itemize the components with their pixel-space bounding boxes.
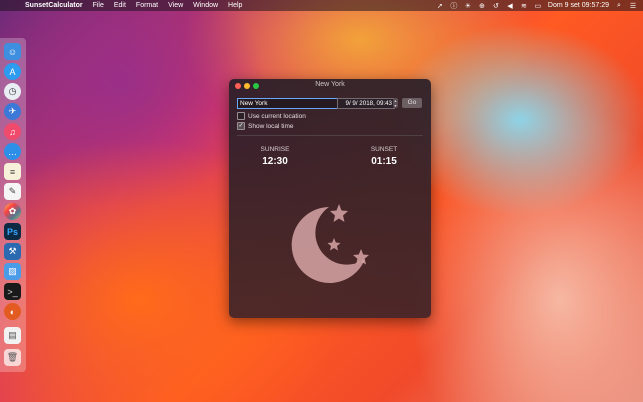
- moon-shape: [291, 207, 365, 283]
- search-icon[interactable]: ⌕: [615, 2, 623, 10]
- divider: [237, 135, 423, 136]
- app-store-icon[interactable]: A: [4, 63, 21, 80]
- use-current-location-checkbox[interactable]: [237, 112, 245, 120]
- control-center-icon[interactable]: ☰: [629, 2, 637, 10]
- window-title: New York: [315, 81, 345, 88]
- date-stepper[interactable]: ▴ ▾: [393, 98, 398, 108]
- messages-icon[interactable]: …: [4, 143, 21, 160]
- location-input[interactable]: New York: [237, 98, 339, 109]
- globe-icon[interactable]: ⊕: [478, 2, 486, 10]
- sunset-time: 01:15: [371, 156, 397, 167]
- menu-view[interactable]: View: [168, 2, 183, 9]
- brightness-icon[interactable]: ☀: [464, 2, 472, 10]
- finder-icon[interactable]: ☺: [4, 43, 21, 60]
- xcode-icon[interactable]: ⚒: [4, 243, 21, 260]
- trash-icon[interactable]: 🗑: [4, 349, 21, 366]
- wifi-icon[interactable]: ≋: [520, 2, 528, 10]
- menu-help[interactable]: Help: [228, 2, 242, 9]
- terminal-icon[interactable]: >_: [4, 283, 21, 300]
- menu-format[interactable]: Format: [136, 2, 158, 9]
- time-machine-icon[interactable]: ↺: [492, 2, 500, 10]
- battery-icon[interactable]: ▭: [534, 2, 542, 10]
- use-current-location-row[interactable]: Use current location: [237, 112, 306, 120]
- title-bar[interactable]: New York: [229, 79, 431, 93]
- sunset-label: SUNSET: [370, 146, 398, 153]
- textedit-icon[interactable]: ✎: [4, 183, 21, 200]
- photos-icon[interactable]: ✿: [4, 203, 21, 220]
- safari-icon[interactable]: ◷: [4, 83, 21, 100]
- show-local-time-row[interactable]: ✓ Show local time: [237, 122, 294, 130]
- date-time-input[interactable]: 9/ 9/ 2018, 09:43: [337, 98, 395, 109]
- sunset-calculator-window: New York New York 9/ 9/ 2018, 09:43 ▴ ▾ G…: [229, 79, 431, 318]
- sunset-block: SUNSET 01:15: [349, 146, 419, 167]
- preview-icon[interactable]: ▨: [4, 263, 21, 280]
- star-small: [327, 238, 341, 251]
- photoshop-icon[interactable]: Ps: [4, 223, 21, 240]
- notes-icon[interactable]: ≡: [4, 163, 21, 180]
- sunrise-time: 12:30: [262, 156, 288, 167]
- volume-icon[interactable]: ◀: [506, 2, 514, 10]
- app-name-menu[interactable]: SunsetCalculator: [25, 2, 83, 9]
- menu-bar: SunsetCalculator File Edit Format View W…: [0, 0, 643, 11]
- location-icon[interactable]: ➚: [436, 2, 444, 10]
- document-icon[interactable]: ▤: [4, 327, 21, 344]
- show-local-time-checkbox[interactable]: ✓: [237, 122, 245, 130]
- use-current-location-label: Use current location: [248, 112, 306, 120]
- clock[interactable]: Dom 9 set 09:57:29: [548, 2, 609, 9]
- show-local-time-label: Show local time: [248, 122, 294, 130]
- sunset-app-icon[interactable]: ◐: [4, 303, 21, 320]
- menu-file[interactable]: File: [93, 2, 104, 9]
- dock: ☺ A ◷ ✈ ♫ … ≡ ✎ ✿ Ps ⚒ ▨ >_ ◐ ▤ 🗑: [0, 38, 26, 372]
- menu-extras: ➚ ⓘ ☀ ⊕ ↺ ◀ ≋ ▭ Dom 9 set 09:57:29 ⌕ ☰: [436, 0, 637, 11]
- moon-stars-icon: [291, 204, 369, 283]
- star-large: [330, 204, 348, 222]
- sunrise-label: SUNRISE: [260, 146, 290, 153]
- menu-edit[interactable]: Edit: [114, 2, 126, 9]
- info-icon[interactable]: ⓘ: [450, 1, 458, 11]
- sunrise-block: SUNRISE 12:30: [240, 146, 310, 167]
- music-icon[interactable]: ♫: [4, 123, 21, 140]
- go-button[interactable]: Go: [402, 98, 422, 108]
- menu-window[interactable]: Window: [193, 2, 218, 9]
- launchpad-icon[interactable]: ✈: [4, 103, 21, 120]
